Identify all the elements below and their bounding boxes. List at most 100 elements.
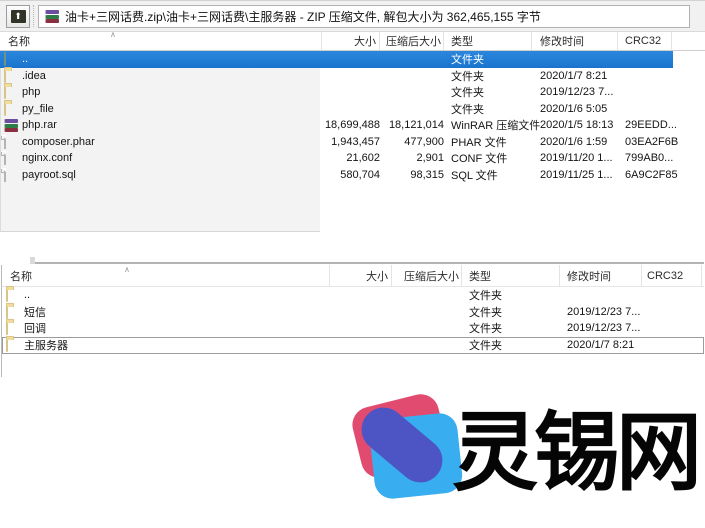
column-header-packed[interactable]: 压缩后大小 xyxy=(392,265,462,286)
bottom-file-list: .. 文件夹 短信 文件夹 2019/12/23 7... 回调 xyxy=(2,287,704,377)
column-header-type[interactable]: 类型 xyxy=(462,265,560,286)
file-crc xyxy=(618,68,703,85)
file-size: 18,699,488 xyxy=(322,117,380,134)
file-crc: 29EEDD... xyxy=(618,117,703,134)
file-size xyxy=(330,304,392,321)
column-header-modified[interactable]: 修改时间 xyxy=(560,265,642,286)
folder-icon xyxy=(6,321,8,335)
file-size xyxy=(322,84,380,101)
table-row[interactable]: composer.phar 1,943,457 477,900 PHAR 文件 … xyxy=(0,134,705,151)
file-size xyxy=(322,51,380,68)
file-type: WinRAR 压缩文件 xyxy=(444,117,532,134)
column-header-crc32[interactable]: CRC32 xyxy=(618,32,672,50)
file-modified: 2019/12/23 7... xyxy=(560,304,642,321)
column-header-modified[interactable]: 修改时间 xyxy=(532,32,618,50)
file-name: php xyxy=(22,86,40,98)
folder-icon xyxy=(6,338,8,352)
file-name: 主服务器 xyxy=(24,337,68,353)
watermark-logo: 灵锡网 xyxy=(348,388,705,524)
file-packed-size: 18,121,014 xyxy=(380,117,444,134)
archive-address-bar[interactable]: 油卡+三网话费.zip\油卡+三网话费\主服务器 - ZIP 压缩文件, 解包大… xyxy=(38,5,690,28)
table-row[interactable]: php.rar 18,699,488 18,121,014 WinRAR 压缩文… xyxy=(0,117,705,134)
table-row[interactable]: 短信 文件夹 2019/12/23 7... xyxy=(2,304,704,321)
table-row-focused[interactable]: 主服务器 文件夹 2020/1/7 8:21 xyxy=(2,337,704,354)
sort-ascending-icon: ∧ xyxy=(110,30,116,39)
column-header-type[interactable]: 类型 xyxy=(444,32,532,50)
file-modified: 2020/1/6 5:05 xyxy=(532,101,618,118)
table-row[interactable]: .. 文件夹 xyxy=(0,51,705,68)
file-icon xyxy=(4,168,6,182)
file-type: PHAR 文件 xyxy=(444,134,532,151)
up-one-level-button[interactable]: ⬆ xyxy=(6,5,30,28)
column-header-name[interactable]: 名称 xyxy=(2,265,330,286)
file-type: 文件夹 xyxy=(462,304,560,321)
file-size xyxy=(322,101,380,118)
file-icon xyxy=(4,135,6,149)
folder-icon xyxy=(4,102,6,116)
file-type: 文件夹 xyxy=(444,68,532,85)
file-packed-size xyxy=(380,84,444,101)
table-row[interactable]: payroot.sql 580,704 98,315 SQL 文件 2019/1… xyxy=(0,167,705,184)
bottom-column-header-row: ∧ 名称 大小 压缩后大小 类型 修改时间 CRC32 xyxy=(2,265,704,287)
watermark-text: 灵锡网 xyxy=(452,392,698,514)
table-row[interactable]: .idea 文件夹 2020/1/7 8:21 xyxy=(0,68,705,85)
bottom-archive-window: ∧ 名称 大小 压缩后大小 类型 修改时间 CRC32 .. 文件夹 xyxy=(1,262,704,377)
screenshot-stage: ⬆ 油卡+三网话费.zip\油卡+三网话费\主服务器 - ZIP 压缩文件, 解… xyxy=(0,0,705,528)
file-packed-size xyxy=(392,320,462,337)
top-column-header-row: ∧ 名称 大小 压缩后大小 类型 修改时间 CRC32 xyxy=(0,32,705,51)
file-name: composer.phar xyxy=(22,136,95,148)
file-modified: 2019/12/23 7... xyxy=(560,320,642,337)
folder-icon xyxy=(4,69,6,83)
table-row[interactable]: nginx.conf 21,602 2,901 CONF 文件 2019/11/… xyxy=(0,150,705,167)
up-arrow-icon: ⬆ xyxy=(11,10,26,23)
file-modified xyxy=(560,287,642,304)
file-modified: 2020/1/7 8:21 xyxy=(532,68,618,85)
file-packed-size xyxy=(392,304,462,321)
column-header-size[interactable]: 大小 xyxy=(322,32,380,50)
file-name: .. xyxy=(22,53,28,65)
file-icon xyxy=(4,151,6,165)
file-crc xyxy=(618,51,703,68)
file-crc xyxy=(618,84,703,101)
toolbar-separator xyxy=(33,5,34,27)
column-header-crc32[interactable]: CRC32 xyxy=(642,265,702,286)
top-toolbar: ⬆ 油卡+三网话费.zip\油卡+三网话费\主服务器 - ZIP 压缩文件, 解… xyxy=(0,0,705,32)
file-packed-size: 477,900 xyxy=(380,134,444,151)
table-row[interactable]: py_file 文件夹 2020/1/6 5:05 xyxy=(0,101,705,118)
scrollbar-remnant xyxy=(30,257,35,264)
file-crc: 03EA2F6B xyxy=(618,134,703,151)
file-crc xyxy=(642,287,702,304)
file-modified: 2020/1/6 1:59 xyxy=(532,134,618,151)
file-size xyxy=(330,320,392,337)
file-crc: 799AB0... xyxy=(618,150,703,167)
file-modified: 2019/12/23 7... xyxy=(532,84,618,101)
table-row[interactable]: 回调 文件夹 2019/12/23 7... xyxy=(2,320,704,337)
table-row[interactable]: php 文件夹 2019/12/23 7... xyxy=(0,84,705,101)
file-packed-size xyxy=(380,51,444,68)
file-name: payroot.sql xyxy=(22,169,76,181)
file-type: 文件夹 xyxy=(444,101,532,118)
file-name: nginx.conf xyxy=(22,152,72,164)
file-packed-size: 98,315 xyxy=(380,167,444,184)
file-modified: 2019/11/25 1... xyxy=(532,167,618,184)
file-size xyxy=(330,287,392,304)
column-header-name[interactable]: 名称 xyxy=(0,32,322,50)
column-header-size[interactable]: 大小 xyxy=(330,265,392,286)
file-crc xyxy=(618,101,703,118)
file-packed-size: 2,901 xyxy=(380,150,444,167)
column-header-packed[interactable]: 压缩后大小 xyxy=(380,32,444,50)
top-archive-window: ⬆ 油卡+三网话费.zip\油卡+三网话费\主服务器 - ZIP 压缩文件, 解… xyxy=(0,0,705,232)
file-name: 回调 xyxy=(24,320,46,336)
file-name: .. xyxy=(24,289,30,301)
file-modified: 2019/11/20 1... xyxy=(532,150,618,167)
folder-icon xyxy=(6,305,8,319)
file-type: 文件夹 xyxy=(444,51,532,68)
file-modified: 2020/1/5 18:13 xyxy=(532,117,618,134)
file-type: 文件夹 xyxy=(462,337,560,354)
sort-ascending-icon: ∧ xyxy=(124,265,130,274)
file-type: SQL 文件 xyxy=(444,167,532,184)
table-row[interactable]: .. 文件夹 xyxy=(2,287,704,304)
file-size xyxy=(322,68,380,85)
file-name: .idea xyxy=(22,70,46,82)
file-crc: 6A9C2F85 xyxy=(618,167,703,184)
